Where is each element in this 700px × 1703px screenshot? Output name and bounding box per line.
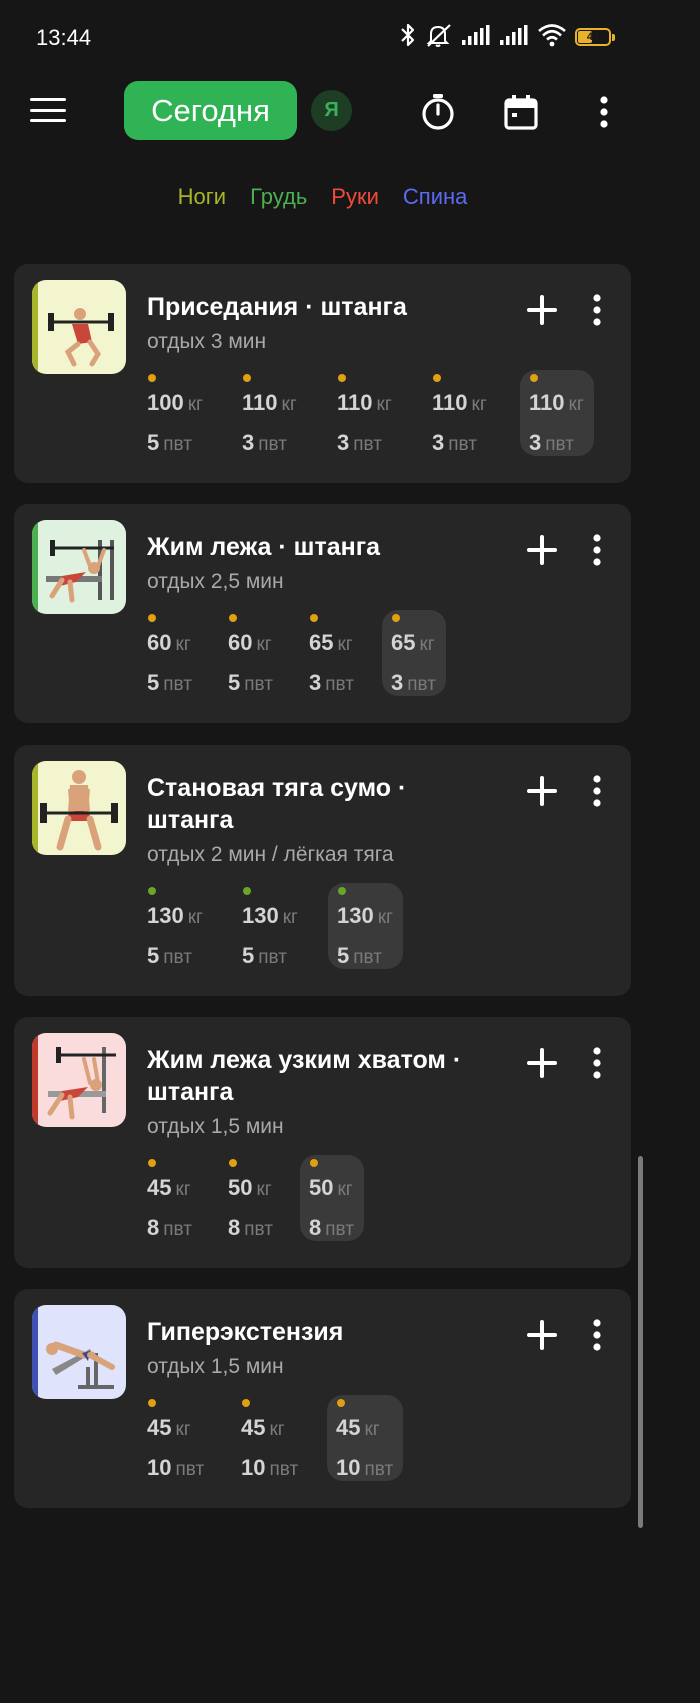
muscle-filters: Ноги Грудь Руки Спина — [0, 184, 645, 210]
set-list: 100 кг 5 пвт 110 кг 3 пвт 110 кг 3 пвт 110 кг 3 пвт … — [147, 370, 594, 456]
exercise-menu-icon[interactable] — [577, 1315, 617, 1355]
set-entry[interactable]: 130 кг 5 пвт — [147, 883, 242, 969]
exercise-menu-icon[interactable] — [577, 530, 617, 570]
filter-arms[interactable]: Руки — [331, 184, 379, 210]
avatar[interactable]: Я — [311, 90, 352, 131]
set-dot-icon — [433, 374, 441, 382]
set-entry[interactable]: 60 кг 5 пвт — [147, 610, 228, 696]
more-vert-icon[interactable] — [584, 92, 624, 132]
set-entry[interactable]: 110 кг 3 пвт — [337, 370, 432, 456]
exercise-rest: отдых 2,5 мин — [147, 570, 284, 593]
exercise-thumbnail — [32, 761, 126, 855]
exercise-card[interactable]: Становая тяга сумо · штанга отдых 2 мин … — [14, 745, 631, 996]
set-entry[interactable]: 45 кг 8 пвт — [147, 1155, 228, 1241]
set-dot-icon — [243, 887, 251, 895]
status-time: 13:44 — [36, 25, 92, 50]
app-bar: Сегодня Я — [0, 72, 645, 152]
exercise-menu-icon[interactable] — [577, 1043, 617, 1083]
battery-tip — [612, 33, 615, 41]
mute-icon — [425, 22, 453, 53]
add-set-button[interactable] — [522, 771, 562, 811]
filter-chest[interactable]: Грудь — [250, 184, 307, 210]
set-dot-icon — [229, 1159, 237, 1167]
scrollbar[interactable] — [638, 1156, 643, 1528]
add-set-button[interactable] — [522, 530, 562, 570]
set-entry[interactable]: 130 кг 5 пвт — [242, 883, 328, 969]
set-list: 60 кг 5 пвт 60 кг 5 пвт 65 кг 3 пвт 65 кг 3 пвт — [147, 610, 446, 696]
exercise-title: Становая тяга сумо · штанга — [147, 774, 407, 834]
status-bar: 13:44 44 — [0, 0, 645, 72]
exercise-thumbnail — [32, 1033, 126, 1127]
set-dot-icon — [392, 614, 400, 622]
set-dot-icon — [148, 614, 156, 622]
exercise-thumbnail — [32, 520, 126, 614]
set-dot-icon — [148, 1399, 156, 1407]
set-dot-icon — [338, 887, 346, 895]
exercise-thumbnail — [32, 1305, 126, 1399]
set-dot-icon — [243, 374, 251, 382]
set-dot-icon — [337, 1399, 345, 1407]
exercise-title: Приседания · штанга — [147, 293, 407, 321]
set-entry[interactable]: 50 кг 8 пвт — [228, 1155, 300, 1241]
set-dot-icon — [310, 614, 318, 622]
filter-back[interactable]: Спина — [403, 184, 467, 210]
signal-icon — [499, 24, 529, 51]
calendar-icon[interactable] — [501, 92, 541, 132]
exercise-card[interactable]: Жим лежа · штанга отдых 2,5 мин 60 кг 5 пвт… — [14, 504, 631, 723]
exercise-title: Жим лежа · штанга — [147, 533, 381, 561]
set-entry[interactable]: 45 кг 10 пвт — [147, 1395, 241, 1481]
set-dot-icon — [148, 887, 156, 895]
exercise-menu-icon[interactable] — [577, 771, 617, 811]
set-entry[interactable]: 110 кг 3 пвт — [432, 370, 520, 456]
set-dot-icon — [310, 1159, 318, 1167]
signal-icon — [461, 24, 491, 51]
exercise-rest: отдых 1,5 мин — [147, 1355, 284, 1378]
add-set-button[interactable] — [522, 290, 562, 330]
exercise-card[interactable]: Жим лежа узким хватом · штанга отдых 1,5… — [14, 1017, 631, 1268]
set-dot-icon — [148, 374, 156, 382]
set-dot-icon — [148, 1159, 156, 1167]
exercise-thumbnail — [32, 280, 126, 374]
filter-legs[interactable]: Ноги — [178, 184, 226, 210]
set-entry-current[interactable]: 110 кг 3 пвт — [520, 370, 594, 456]
set-dot-icon — [530, 374, 538, 382]
exercise-card[interactable]: Приседания · штанга отдых 3 мин 100 кг 5 пв… — [14, 264, 631, 483]
stopwatch-icon[interactable] — [418, 92, 458, 132]
status-icons: 44 — [399, 22, 615, 52]
set-dot-icon — [338, 374, 346, 382]
set-entry-current[interactable]: 45 кг 10 пвт — [327, 1395, 404, 1481]
set-entry-current[interactable]: 65 кг 3 пвт — [382, 610, 446, 696]
exercise-rest: отдых 1,5 мин — [147, 1115, 284, 1138]
set-entry[interactable]: 110 кг 3 пвт — [242, 370, 337, 456]
set-list: 45 кг 8 пвт 50 кг 8 пвт 50 кг 8 пвт — [147, 1155, 364, 1241]
set-entry[interactable]: 100 кг 5 пвт — [147, 370, 242, 456]
set-dot-icon — [242, 1399, 250, 1407]
exercise-title: Гиперэкстензия — [147, 1318, 344, 1346]
menu-icon[interactable] — [30, 94, 66, 126]
add-set-button[interactable] — [522, 1043, 562, 1083]
bluetooth-icon — [399, 22, 417, 53]
set-entry[interactable]: 65 кг 3 пвт — [309, 610, 382, 696]
today-button[interactable]: Сегодня — [124, 81, 297, 140]
set-entry-current[interactable]: 130 кг 5 пвт — [328, 883, 403, 969]
exercise-title: Жим лежа узким хватом · штанга — [147, 1046, 462, 1106]
set-entry[interactable]: 60 кг 5 пвт — [228, 610, 309, 696]
exercise-menu-icon[interactable] — [577, 290, 617, 330]
wifi-icon — [537, 23, 567, 52]
add-set-button[interactable] — [522, 1315, 562, 1355]
set-list: 130 кг 5 пвт 130 кг 5 пвт 130 кг 5 пвт — [147, 883, 403, 969]
set-entry[interactable]: 45 кг 10 пвт — [241, 1395, 327, 1481]
set-list: 45 кг 10 пвт 45 кг 10 пвт 45 кг 10 пвт — [147, 1395, 404, 1481]
set-entry-current[interactable]: 50 кг 8 пвт — [300, 1155, 364, 1241]
exercise-card[interactable]: Гиперэкстензия отдых 1,5 мин 45 кг 10 пвт 4… — [14, 1289, 631, 1508]
battery-level: 44 — [586, 31, 600, 43]
exercise-rest: отдых 2 мин / лёгкая тяга — [147, 843, 394, 866]
exercise-rest: отдых 3 мин — [147, 330, 267, 353]
set-dot-icon — [229, 614, 237, 622]
battery-icon: 44 — [575, 28, 611, 46]
